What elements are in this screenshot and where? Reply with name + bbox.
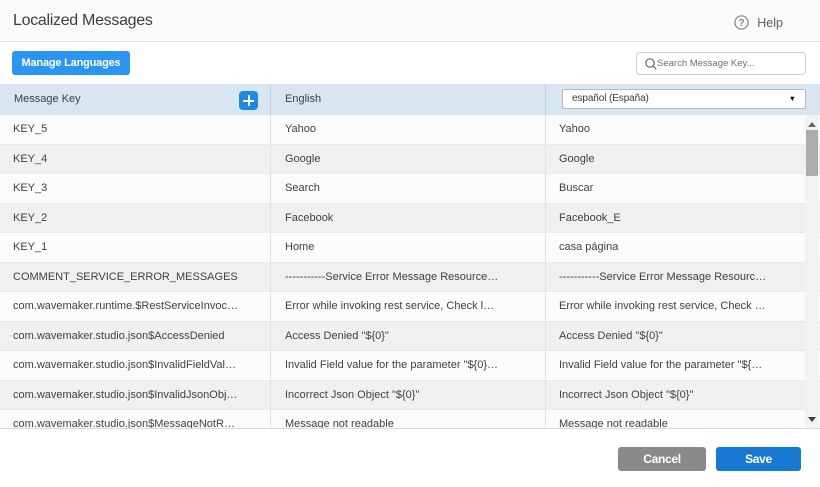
svg-text:?: ? bbox=[739, 18, 745, 29]
